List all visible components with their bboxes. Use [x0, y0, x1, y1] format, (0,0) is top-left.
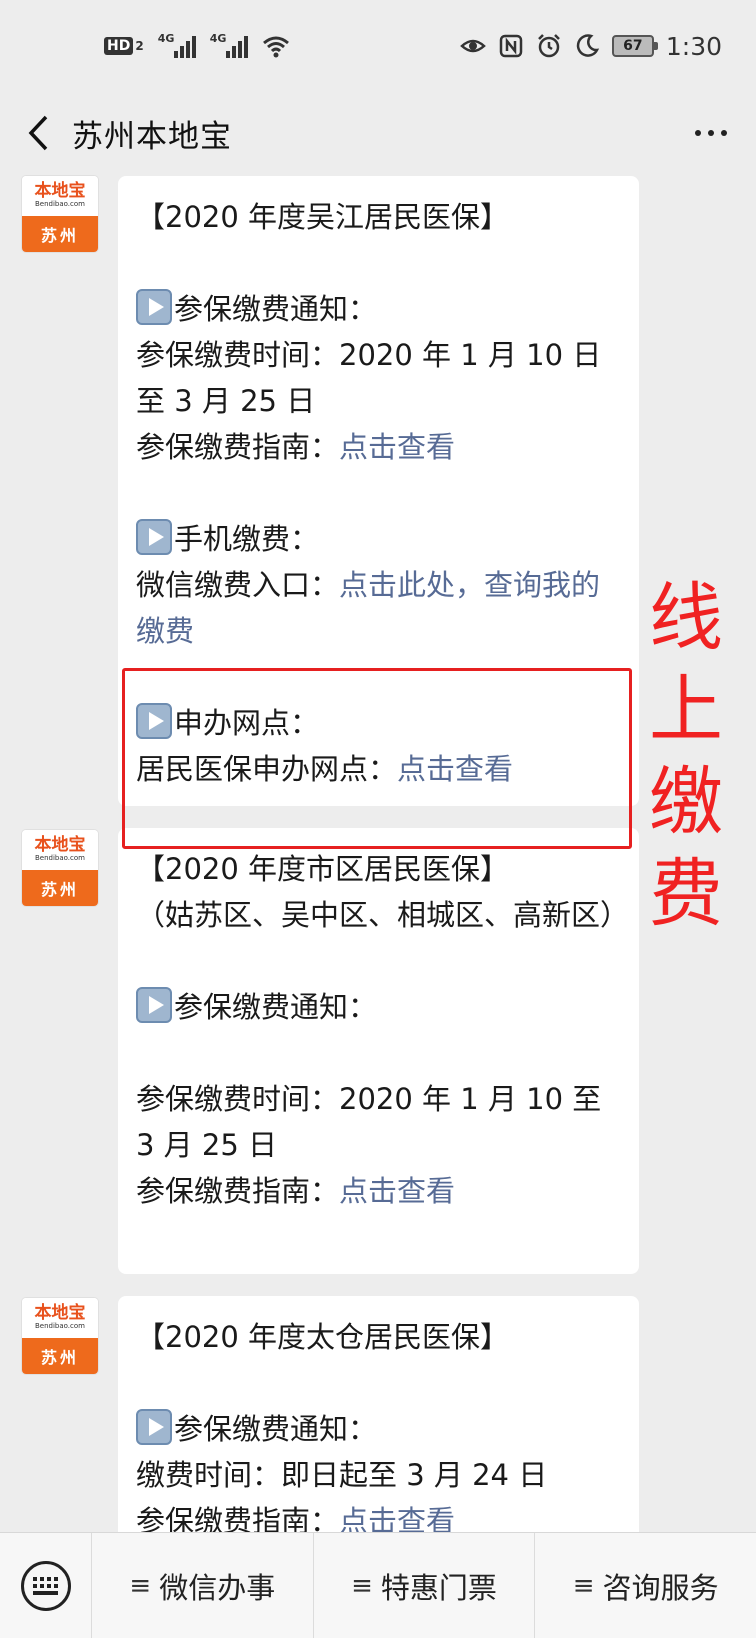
avatar-brand: 本地宝 [34, 1303, 86, 1324]
avatar[interactable]: 本地宝 Bendibao.com 苏州 [22, 1298, 98, 1374]
page-title: 苏州本地宝 [72, 118, 232, 155]
guide-link[interactable]: 点击查看 [339, 1504, 455, 1532]
play-icon [136, 519, 172, 555]
status-left: HD 2 4G 4G [104, 32, 290, 58]
message-title: 【2020 年度市区居民医保】 [136, 852, 510, 886]
hd-voice-icon: HD [104, 37, 134, 55]
nfc-icon [499, 34, 523, 58]
menu-item-label: 特惠门票 [380, 1570, 497, 1605]
eye-comfort-icon [460, 39, 486, 53]
moon-icon [576, 34, 599, 57]
payment-time: 缴费时间：即日起至 3 月 24 日 [136, 1458, 548, 1492]
play-icon [136, 987, 172, 1023]
message-bubble: 【2020 年度市区居民医保】 （姑苏区、吴中区、相城区、高新区） 参保缴费通知… [118, 828, 639, 1274]
play-icon [136, 289, 172, 325]
message-bubble: 【2020 年度太仓居民医保】 参保缴费通知： 缴费时间：即日起至 3 月 24… [118, 1296, 639, 1532]
bottom-menu: ≡ 微信办事 ≡ 特惠门票 ≡ 咨询服务 [0, 1532, 756, 1638]
play-icon [136, 703, 172, 739]
menu-list-icon: ≡ [351, 1570, 373, 1601]
service-points-label: 居民医保申办网点： [136, 752, 398, 786]
keyboard-button[interactable] [0, 1532, 92, 1638]
message-title: 【2020 年度太仓居民医保】 [136, 1320, 510, 1354]
avatar-brand: 本地宝 [34, 835, 86, 856]
avatar-url: Bendibao.com [34, 854, 85, 863]
payment-time: 参保缴费时间：2020 年 1 月 10 日至 3 月 25 日 [136, 338, 602, 418]
section-heading: 参保缴费通知： [174, 1412, 378, 1446]
message-subtitle: （姑苏区、吴中区、相城区、高新区） [136, 898, 630, 932]
avatar-city: 苏州 [22, 215, 98, 252]
signal-icon-2: 4G [209, 32, 248, 58]
wechat-entry-label: 微信缴费入口： [136, 568, 340, 602]
avatar-city: 苏州 [22, 1337, 98, 1374]
status-bar: HD 2 4G 4G 67 1:30 [0, 0, 756, 92]
keyboard-icon [20, 1560, 71, 1611]
avatar-brand: 本地宝 [34, 181, 86, 202]
status-right: 67 1:30 [460, 32, 722, 61]
signal-icon-1: 4G [157, 32, 196, 58]
chevron-left-icon [28, 115, 48, 151]
menu-item-discount-tickets[interactable]: ≡ 特惠门票 [314, 1532, 536, 1638]
guide-label: 参保缴费指南： [136, 430, 340, 464]
menu-item-label: 微信办事 [159, 1570, 276, 1605]
wifi-icon [262, 36, 289, 58]
avatar-url: Bendibao.com [34, 1322, 85, 1331]
back-button[interactable] [0, 92, 72, 174]
play-icon [136, 1409, 172, 1445]
hd-sim-number: 2 [135, 39, 144, 53]
battery-icon: 67 [611, 35, 658, 57]
menu-list-icon: ≡ [572, 1570, 595, 1601]
menu-list-icon: ≡ [129, 1570, 152, 1601]
chat-area[interactable]: 本地宝 Bendibao.com 苏州 【2020 年度吴江居民医保】 参保缴费… [0, 174, 756, 1532]
payment-time: 参保缴费时间：2020 年 1 月 10 至 3 月 25 日 [136, 1082, 602, 1162]
more-dots-icon [695, 130, 701, 136]
guide-label: 参保缴费指南： [136, 1504, 340, 1532]
alarm-icon [537, 34, 560, 58]
message-bubble: 【2020 年度吴江居民医保】 参保缴费通知： 参保缴费时间：2020 年 1 … [118, 176, 639, 806]
guide-label: 参保缴费指南： [136, 1174, 340, 1208]
avatar[interactable]: 本地宝 Bendibao.com 苏州 [22, 830, 98, 906]
avatar-url: Bendibao.com [34, 200, 85, 209]
clock: 1:30 [665, 31, 722, 61]
menu-item-wechat-services[interactable]: ≡ 微信办事 [92, 1532, 314, 1638]
message-title: 【2020 年度吴江居民医保】 [136, 200, 510, 234]
guide-link[interactable]: 点击查看 [339, 430, 455, 464]
section-heading: 申办网点： [174, 706, 320, 740]
more-button[interactable] [666, 92, 756, 174]
online-payment-annotation: 线上缴费 [649, 575, 723, 937]
avatar-city: 苏州 [22, 869, 98, 906]
network-type-2: 4G [209, 32, 227, 45]
section-heading: 参保缴费通知： [174, 990, 378, 1024]
menu-item-label: 咨询服务 [602, 1570, 719, 1605]
service-points-link[interactable]: 点击查看 [397, 752, 513, 786]
nav-bar: 苏州本地宝 [0, 92, 756, 174]
network-type-1: 4G [157, 32, 175, 45]
guide-link[interactable]: 点击查看 [339, 1174, 455, 1208]
avatar[interactable]: 本地宝 Bendibao.com 苏州 [22, 176, 98, 252]
menu-item-consulting[interactable]: ≡ 咨询服务 [535, 1533, 756, 1638]
section-heading: 参保缴费通知： [174, 292, 378, 326]
section-heading: 手机缴费： [174, 522, 320, 556]
